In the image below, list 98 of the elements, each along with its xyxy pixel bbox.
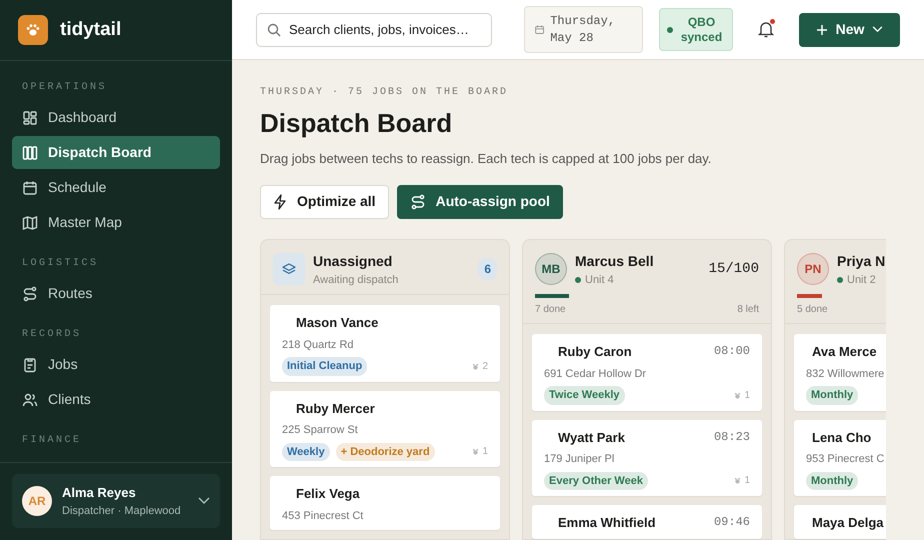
nav-item[interactable]: Dashboard [12, 101, 220, 134]
nav-item[interactable]: Clients [12, 383, 220, 416]
client-address: 453 Pinecrest Ct [282, 508, 364, 524]
nav-item[interactable]: Master Map [12, 206, 220, 239]
date-picker[interactable]: Thursday, May 28 [524, 6, 643, 53]
status-dot-icon [575, 276, 581, 283]
page-eyebrow: THURSDAY · 75 JOBS ON THE BOARD [260, 86, 510, 100]
user-avatar: AR [22, 486, 52, 516]
service-tag: Twice Weekly [544, 386, 625, 405]
job-card[interactable]: Emma Whitfield 09:46 [532, 505, 762, 539]
dog-count: 1 [744, 388, 750, 403]
nav-item[interactable]: Dispatch Board [12, 136, 220, 169]
status-dot-icon [837, 276, 843, 283]
columns-icon [22, 144, 38, 160]
client-address: 953 Pinecrest C [806, 452, 886, 468]
new-button[interactable]: New [799, 12, 900, 46]
tech-avatar: MB [535, 253, 567, 286]
job-time: 09:46 [714, 514, 750, 532]
service-tag: Monthly [806, 472, 858, 490]
capacity-label: 15/100 [708, 260, 759, 279]
page-title: Dispatch Board [260, 108, 454, 140]
section-label: RECORDS [21, 328, 83, 342]
done-count: 7 done [535, 303, 566, 318]
client-address: 832 Willowmere [806, 366, 886, 382]
stack-icon [273, 253, 305, 286]
date-label: Thursday, May 28 [550, 12, 616, 46]
client-name: Felix Vega [295, 485, 360, 504]
status-dot-icon [667, 26, 673, 32]
job-card[interactable]: Felix Vega 453 Pinecrest Ct [270, 476, 500, 530]
user-role: Dispatcher · Maplewood [62, 504, 181, 518]
calendar-icon [22, 180, 38, 196]
calendar-icon [535, 23, 544, 36]
route-icon [410, 194, 426, 210]
brand-name: tidytail [60, 18, 122, 42]
dog-count: 2 [482, 360, 488, 374]
chevron-down-icon [198, 497, 210, 505]
client-name: Ruby Caron [557, 343, 632, 362]
service-tag: Every Other Week [544, 472, 648, 490]
auto-assign-button[interactable]: Auto-assign pool [396, 184, 563, 219]
service-tag: + Deodorize yard [336, 442, 435, 462]
client-name: Maya Delga [811, 514, 884, 532]
search-icon [267, 22, 281, 36]
unit-label: Unit 4 [585, 272, 614, 288]
client-name: Emma Whitfield [557, 514, 656, 532]
remaining-count: 8 left [737, 303, 759, 318]
service-tag: Monthly [806, 386, 858, 405]
column-title: Priya N [837, 252, 886, 271]
column-title: Marcus Bell [575, 252, 654, 271]
route-icon [22, 286, 38, 302]
job-card[interactable]: Wyatt Park 08:23 179 Juniper Pl Every Other Week 1 [532, 420, 762, 496]
client-address: 218 Quartz Rd [282, 338, 355, 353]
tech-avatar: PN [797, 253, 829, 286]
column-title: Unassigned [313, 252, 394, 271]
nav-item[interactable]: Jobs [12, 348, 220, 381]
bell-icon [757, 20, 775, 38]
job-card[interactable]: Lena Cho 953 Pinecrest C Monthly [794, 420, 886, 496]
client-name: Ruby Mercer [295, 400, 375, 418]
plus-icon [816, 24, 828, 36]
section-label: FINANCE [21, 434, 83, 448]
section-label: LOGISTICS [21, 257, 100, 271]
client-address: 691 Cedar Hollow Dr [544, 366, 648, 382]
unit-label: Unit 2 [847, 272, 876, 288]
user-name: Alma Reyes [62, 484, 137, 502]
optimize-button[interactable]: Optimize all [260, 184, 389, 219]
dog-count: 1 [482, 445, 488, 460]
column-subtitle: Awaiting dispatch [313, 272, 398, 288]
job-card[interactable]: Ruby Caron 08:00 691 Cedar Hollow Dr Twice Weekly 1 [532, 334, 762, 411]
users-icon [22, 392, 38, 408]
search-field[interactable]: Search clients, jobs, invoices… [256, 12, 492, 46]
paw-logo-icon [18, 15, 48, 45]
page-subtitle: Drag jobs between techs to reassign. Each tech is capped at 100 jobs per day. [260, 150, 712, 168]
job-card[interactable]: Ruby Mercer 225 Sparrow St Weekly + Deodorize yard 1 [270, 390, 500, 468]
client-address: 179 Juniper Pl [544, 452, 616, 468]
done-count: 5 done [797, 303, 828, 318]
dog-count: 1 [744, 474, 750, 488]
client-name: Lena Cho [811, 428, 872, 447]
lightning-icon [273, 194, 287, 210]
client-address: 225 Sparrow St [282, 423, 359, 438]
nav-item[interactable]: Schedule [12, 171, 220, 204]
job-time: 08:23 [714, 428, 750, 446]
clipboard-icon [22, 356, 38, 372]
client-name: Mason Vance [295, 314, 378, 332]
job-card[interactable]: Ava Merce 832 Willowmere Monthly [794, 334, 886, 411]
map-icon [22, 214, 38, 230]
nav-item[interactable]: Routes [12, 277, 220, 310]
job-time: 08:00 [714, 343, 750, 360]
section-label: OPERATIONS [21, 81, 108, 95]
sync-label: QBO synced [680, 15, 724, 44]
job-card[interactable]: Mason Vance 218 Quartz Rd Initial Cleanup 2 [270, 305, 500, 382]
chevron-down-icon [872, 26, 884, 33]
client-name: Wyatt Park [557, 428, 625, 447]
job-card[interactable]: Maya Delga [794, 505, 886, 539]
user-menu[interactable]: AR Alma Reyes Dispatcher · Maplewood [12, 474, 220, 528]
job-count: 6 [478, 258, 497, 280]
service-tag: Initial Cleanup [282, 357, 368, 376]
grid-icon [22, 110, 38, 126]
client-name: Ava Merce [811, 343, 877, 362]
service-tag: Weekly [282, 442, 330, 462]
